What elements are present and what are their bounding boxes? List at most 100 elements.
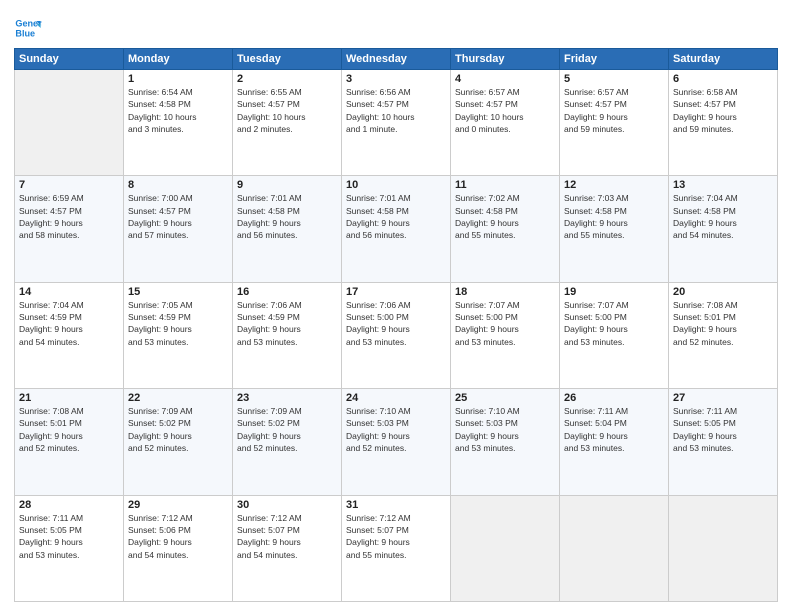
day-info: Sunrise: 7:09 AM Sunset: 5:02 PM Dayligh… — [237, 405, 337, 454]
day-number: 5 — [564, 73, 664, 85]
day-number: 11 — [455, 179, 555, 191]
day-number: 6 — [673, 73, 773, 85]
weekday-header-row: SundayMondayTuesdayWednesdayThursdayFrid… — [15, 49, 778, 70]
day-number: 17 — [346, 286, 446, 298]
day-info: Sunrise: 7:06 AM Sunset: 5:00 PM Dayligh… — [346, 299, 446, 348]
day-info: Sunrise: 7:10 AM Sunset: 5:03 PM Dayligh… — [346, 405, 446, 454]
day-number: 7 — [19, 179, 119, 191]
header: General Blue — [14, 10, 778, 42]
day-cell: 2Sunrise: 6:55 AM Sunset: 4:57 PM Daylig… — [233, 70, 342, 176]
day-info: Sunrise: 7:12 AM Sunset: 5:07 PM Dayligh… — [346, 512, 446, 561]
day-cell: 11Sunrise: 7:02 AM Sunset: 4:58 PM Dayli… — [451, 176, 560, 282]
day-cell: 18Sunrise: 7:07 AM Sunset: 5:00 PM Dayli… — [451, 282, 560, 388]
day-cell: 3Sunrise: 6:56 AM Sunset: 4:57 PM Daylig… — [342, 70, 451, 176]
day-number: 29 — [128, 499, 228, 511]
day-info: Sunrise: 7:09 AM Sunset: 5:02 PM Dayligh… — [128, 405, 228, 454]
day-cell: 26Sunrise: 7:11 AM Sunset: 5:04 PM Dayli… — [560, 389, 669, 495]
day-info: Sunrise: 7:11 AM Sunset: 5:05 PM Dayligh… — [19, 512, 119, 561]
day-number: 14 — [19, 286, 119, 298]
day-number: 24 — [346, 392, 446, 404]
day-cell: 16Sunrise: 7:06 AM Sunset: 4:59 PM Dayli… — [233, 282, 342, 388]
day-number: 25 — [455, 392, 555, 404]
day-number: 30 — [237, 499, 337, 511]
weekday-header-friday: Friday — [560, 49, 669, 70]
day-cell: 1Sunrise: 6:54 AM Sunset: 4:58 PM Daylig… — [124, 70, 233, 176]
day-info: Sunrise: 7:03 AM Sunset: 4:58 PM Dayligh… — [564, 192, 664, 241]
day-number: 10 — [346, 179, 446, 191]
day-cell: 8Sunrise: 7:00 AM Sunset: 4:57 PM Daylig… — [124, 176, 233, 282]
day-info: Sunrise: 7:08 AM Sunset: 5:01 PM Dayligh… — [19, 405, 119, 454]
day-cell: 14Sunrise: 7:04 AM Sunset: 4:59 PM Dayli… — [15, 282, 124, 388]
day-number: 22 — [128, 392, 228, 404]
day-info: Sunrise: 7:07 AM Sunset: 5:00 PM Dayligh… — [564, 299, 664, 348]
day-number: 1 — [128, 73, 228, 85]
day-number: 8 — [128, 179, 228, 191]
day-number: 20 — [673, 286, 773, 298]
svg-text:Blue: Blue — [15, 28, 35, 38]
day-number: 18 — [455, 286, 555, 298]
day-number: 13 — [673, 179, 773, 191]
logo-icon: General Blue — [14, 14, 42, 42]
day-number: 15 — [128, 286, 228, 298]
day-info: Sunrise: 7:02 AM Sunset: 4:58 PM Dayligh… — [455, 192, 555, 241]
day-cell: 4Sunrise: 6:57 AM Sunset: 4:57 PM Daylig… — [451, 70, 560, 176]
weekday-header-tuesday: Tuesday — [233, 49, 342, 70]
day-info: Sunrise: 7:06 AM Sunset: 4:59 PM Dayligh… — [237, 299, 337, 348]
calendar-table: SundayMondayTuesdayWednesdayThursdayFrid… — [14, 48, 778, 602]
day-cell: 19Sunrise: 7:07 AM Sunset: 5:00 PM Dayli… — [560, 282, 669, 388]
day-cell: 17Sunrise: 7:06 AM Sunset: 5:00 PM Dayli… — [342, 282, 451, 388]
calendar-page: General Blue SundayMondayTuesdayWednesda… — [0, 0, 792, 612]
day-info: Sunrise: 7:07 AM Sunset: 5:00 PM Dayligh… — [455, 299, 555, 348]
logo: General Blue — [14, 14, 46, 42]
day-cell — [560, 495, 669, 601]
day-number: 16 — [237, 286, 337, 298]
day-number: 23 — [237, 392, 337, 404]
day-cell: 30Sunrise: 7:12 AM Sunset: 5:07 PM Dayli… — [233, 495, 342, 601]
day-number: 19 — [564, 286, 664, 298]
day-info: Sunrise: 6:58 AM Sunset: 4:57 PM Dayligh… — [673, 86, 773, 135]
day-number: 12 — [564, 179, 664, 191]
day-cell: 13Sunrise: 7:04 AM Sunset: 4:58 PM Dayli… — [669, 176, 778, 282]
day-info: Sunrise: 7:11 AM Sunset: 5:04 PM Dayligh… — [564, 405, 664, 454]
week-row-4: 21Sunrise: 7:08 AM Sunset: 5:01 PM Dayli… — [15, 389, 778, 495]
day-number: 2 — [237, 73, 337, 85]
day-cell: 24Sunrise: 7:10 AM Sunset: 5:03 PM Dayli… — [342, 389, 451, 495]
day-cell: 22Sunrise: 7:09 AM Sunset: 5:02 PM Dayli… — [124, 389, 233, 495]
day-cell: 29Sunrise: 7:12 AM Sunset: 5:06 PM Dayli… — [124, 495, 233, 601]
day-info: Sunrise: 7:01 AM Sunset: 4:58 PM Dayligh… — [237, 192, 337, 241]
weekday-header-wednesday: Wednesday — [342, 49, 451, 70]
svg-text:General: General — [15, 19, 42, 29]
day-cell: 15Sunrise: 7:05 AM Sunset: 4:59 PM Dayli… — [124, 282, 233, 388]
day-cell: 6Sunrise: 6:58 AM Sunset: 4:57 PM Daylig… — [669, 70, 778, 176]
week-row-2: 7Sunrise: 6:59 AM Sunset: 4:57 PM Daylig… — [15, 176, 778, 282]
day-cell: 21Sunrise: 7:08 AM Sunset: 5:01 PM Dayli… — [15, 389, 124, 495]
day-cell: 28Sunrise: 7:11 AM Sunset: 5:05 PM Dayli… — [15, 495, 124, 601]
day-cell: 20Sunrise: 7:08 AM Sunset: 5:01 PM Dayli… — [669, 282, 778, 388]
day-number: 27 — [673, 392, 773, 404]
day-number: 9 — [237, 179, 337, 191]
day-number: 26 — [564, 392, 664, 404]
day-info: Sunrise: 7:10 AM Sunset: 5:03 PM Dayligh… — [455, 405, 555, 454]
day-cell: 7Sunrise: 6:59 AM Sunset: 4:57 PM Daylig… — [15, 176, 124, 282]
day-number: 4 — [455, 73, 555, 85]
day-number: 28 — [19, 499, 119, 511]
day-info: Sunrise: 6:56 AM Sunset: 4:57 PM Dayligh… — [346, 86, 446, 135]
week-row-1: 1Sunrise: 6:54 AM Sunset: 4:58 PM Daylig… — [15, 70, 778, 176]
weekday-header-monday: Monday — [124, 49, 233, 70]
day-info: Sunrise: 7:11 AM Sunset: 5:05 PM Dayligh… — [673, 405, 773, 454]
weekday-header-thursday: Thursday — [451, 49, 560, 70]
day-cell: 5Sunrise: 6:57 AM Sunset: 4:57 PM Daylig… — [560, 70, 669, 176]
day-info: Sunrise: 6:55 AM Sunset: 4:57 PM Dayligh… — [237, 86, 337, 135]
day-info: Sunrise: 7:12 AM Sunset: 5:07 PM Dayligh… — [237, 512, 337, 561]
day-info: Sunrise: 7:00 AM Sunset: 4:57 PM Dayligh… — [128, 192, 228, 241]
day-cell: 12Sunrise: 7:03 AM Sunset: 4:58 PM Dayli… — [560, 176, 669, 282]
day-cell: 10Sunrise: 7:01 AM Sunset: 4:58 PM Dayli… — [342, 176, 451, 282]
day-cell: 23Sunrise: 7:09 AM Sunset: 5:02 PM Dayli… — [233, 389, 342, 495]
day-info: Sunrise: 7:08 AM Sunset: 5:01 PM Dayligh… — [673, 299, 773, 348]
day-info: Sunrise: 7:12 AM Sunset: 5:06 PM Dayligh… — [128, 512, 228, 561]
day-cell — [451, 495, 560, 601]
day-cell: 25Sunrise: 7:10 AM Sunset: 5:03 PM Dayli… — [451, 389, 560, 495]
day-info: Sunrise: 6:57 AM Sunset: 4:57 PM Dayligh… — [455, 86, 555, 135]
week-row-3: 14Sunrise: 7:04 AM Sunset: 4:59 PM Dayli… — [15, 282, 778, 388]
day-info: Sunrise: 6:54 AM Sunset: 4:58 PM Dayligh… — [128, 86, 228, 135]
